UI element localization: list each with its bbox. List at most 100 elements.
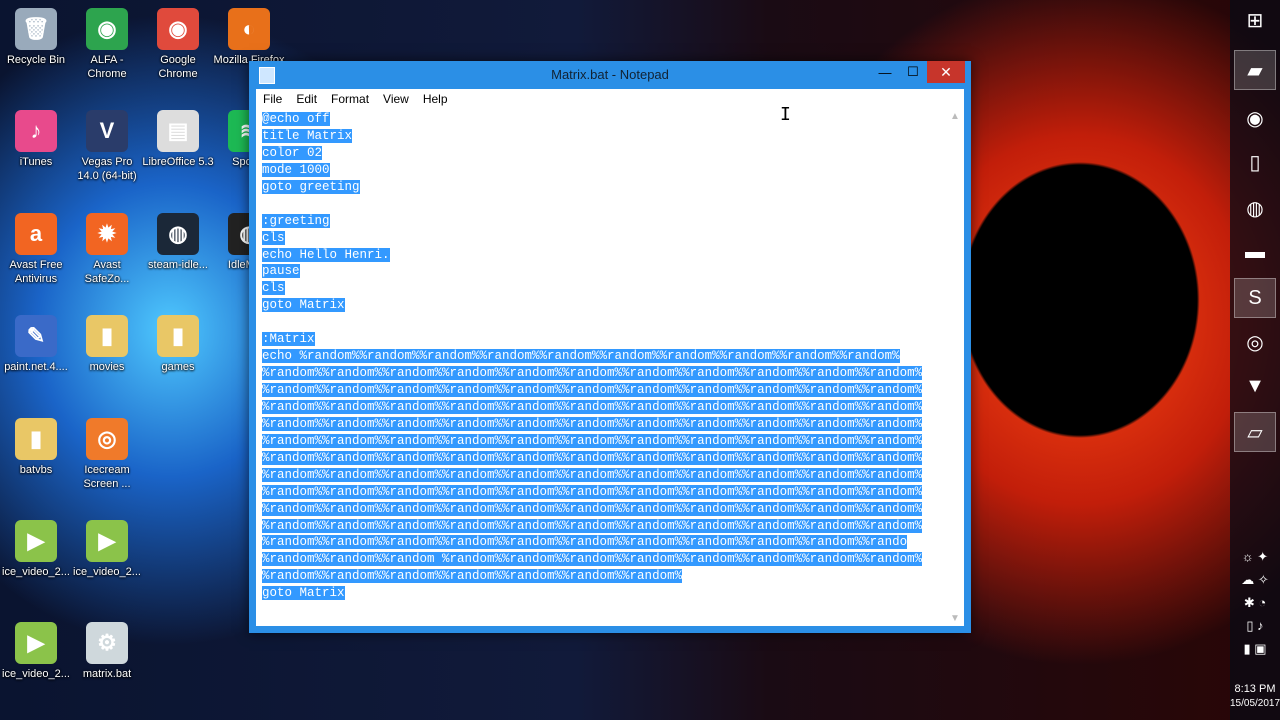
selected-text: %random%%random%%random%%random%%random%… — [262, 383, 923, 397]
desktop-shortcut[interactable]: ◉ Google Chrome — [142, 8, 214, 81]
desktop-shortcut[interactable]: a Avast Free Antivirus — [0, 213, 72, 286]
text-line: @echo off — [262, 111, 942, 128]
selected-text: goto Matrix — [262, 298, 345, 313]
document-icon[interactable]: ▯ — [1234, 142, 1276, 182]
menu-help[interactable]: Help — [416, 89, 455, 109]
desktop-shortcut[interactable]: ▶ ice_video_2... — [71, 520, 143, 579]
desktop-shortcut[interactable]: ◉ ALFA - Chrome — [71, 8, 143, 81]
text-content[interactable]: @echo off title Matrix color 02 mode 1000 go… — [262, 111, 942, 602]
desktop-shortcut[interactable]: ▶ ice_video_2... — [0, 622, 72, 681]
desktop-shortcut[interactable]: ▶ ice_video_2... — [0, 520, 72, 579]
desktop-shortcut-label: Recycle Bin — [6, 54, 66, 66]
desktop-shortcut[interactable]: ▮ batvbs — [0, 418, 72, 477]
desktop-shortcut[interactable]: 🗑 Recycle Bin — [0, 8, 72, 67]
text-line: goto greeting — [262, 179, 942, 196]
desktop-shortcut[interactable]: ✹ Avast SafeZo... — [71, 213, 143, 286]
desktop-shortcut-label: Icecream Screen ... — [83, 464, 131, 490]
windows-start-icon[interactable]: ⊞ — [1234, 0, 1276, 40]
text-line: %random%%random%%random%%random%%random%… — [262, 484, 942, 501]
icecream-icon[interactable]: ◎ — [1234, 322, 1276, 362]
desktop-shortcut-label: Google Chrome — [158, 54, 198, 80]
text-line: %random%%random%%random%%random%%random%… — [262, 568, 942, 585]
folder-icon: ▮ — [15, 418, 57, 460]
avast-icon: a — [15, 213, 57, 255]
desktop-shortcut-label: games — [161, 361, 195, 373]
text-editor[interactable]: @echo off title Matrix color 02 mode 1000 go… — [256, 109, 964, 626]
system-tray-icons[interactable]: ☼ ✦ ☁ ✧ ✱ ◔ ▯ ♪ ▮ ▣ — [1230, 545, 1280, 660]
desktop-shortcut-label: batvbs — [19, 464, 53, 476]
scroll-down-icon[interactable]: ▼ — [950, 613, 960, 624]
text-line: pause — [262, 263, 942, 280]
selected-text: %random%%random%%random%%random%%random%… — [262, 518, 923, 533]
text-line: goto Matrix — [262, 297, 942, 314]
selected-text: %random%%random%%random%%random%%random%… — [262, 501, 923, 516]
libreoffice-icon: ▤ — [157, 110, 199, 152]
text-line: %random%%random%%random%%random%%random%… — [262, 399, 942, 416]
desktop-shortcut[interactable]: V Vegas Pro 14.0 (64-bit) — [71, 110, 143, 183]
text-line: mode 1000 — [262, 162, 942, 179]
video-play-icon: ▶ — [15, 520, 57, 562]
selected-text: %random%%random%%random%%random%%random%… — [262, 416, 923, 431]
folder-icon: ▮ — [86, 315, 128, 357]
title-bar[interactable]: Matrix.bat - Notepad — ☐ ✕ — [249, 61, 971, 89]
desktop-shortcut-label: LibreOffice 5.3 — [142, 156, 214, 168]
scroll-up-icon[interactable]: ▲ — [950, 111, 960, 122]
text-line: echo %random%%random%%random%%random%%ra… — [262, 348, 942, 365]
avast-safezone-icon: ✹ — [86, 213, 128, 255]
selected-text: cls — [262, 281, 285, 296]
text-line: echo Hello Henri. — [262, 247, 942, 264]
video-play-icon: ▶ — [15, 622, 57, 664]
text-cursor-icon: I — [780, 104, 791, 125]
desktop-shortcut-label: Avast Free Antivirus — [9, 259, 63, 285]
vertical-scrollbar[interactable]: ▲ ▼ — [948, 109, 964, 626]
text-line: %random%%random%%random%%random%%random%… — [262, 450, 942, 467]
desktop-shortcut[interactable]: ▮ games — [142, 315, 214, 374]
text-line: %random%%random%%random %random%%random%… — [262, 551, 942, 568]
selected-text: goto Matrix — [262, 586, 345, 601]
text-line: cls — [262, 230, 942, 247]
batch-file-icon: ⚙ — [86, 622, 128, 664]
maximize-button[interactable]: ☐ — [899, 61, 927, 83]
menu-bar: File Edit Format View Help — [256, 89, 964, 110]
clock-date[interactable]: 15/05/2017 — [1230, 698, 1280, 709]
file-explorer-icon[interactable]: ▰ — [1234, 50, 1276, 90]
text-line: :Matrix — [262, 331, 942, 348]
desktop-shortcut[interactable]: ♪ iTunes — [0, 110, 72, 169]
cmd-icon[interactable]: ▬ — [1234, 232, 1276, 272]
minimize-button[interactable]: — — [871, 61, 899, 83]
menu-view[interactable]: View — [376, 89, 416, 109]
desktop-shortcut[interactable]: ◎ Icecream Screen ... — [71, 418, 143, 491]
text-line: :greeting — [262, 213, 942, 230]
menu-edit[interactable]: Edit — [289, 89, 324, 109]
selected-text: mode 1000 — [262, 162, 330, 177]
desktop-shortcut-label: iTunes — [19, 156, 53, 168]
taskbar: ⊞ ▰ ◉ ▯ ◍ ▬ S ◎ ▼ ▱ ☼ ✦ ☁ ✧ ✱ ◔ ▯ ♪ ▮ ▣ 8:13 PM 15/05… — [1230, 0, 1280, 720]
text-line: %random%%random%%random%%random%%random%… — [262, 416, 942, 433]
text-line — [262, 314, 942, 331]
desktop-shortcut[interactable]: ⚙ matrix.bat — [71, 622, 143, 681]
desktop-shortcut[interactable]: ◐ Mozilla Firefox — [213, 8, 285, 67]
selected-text: color 02 — [262, 145, 323, 160]
notepad-icon[interactable]: ▱ — [1234, 412, 1276, 452]
selected-text: %random%%random%%random%%random%%random%… — [262, 484, 923, 499]
desktop-shortcut[interactable]: ◍ steam-idle... — [142, 213, 214, 272]
skype-icon[interactable]: S — [1234, 278, 1276, 318]
desktop-shortcut[interactable]: ▤ LibreOffice 5.3 — [142, 110, 214, 169]
desktop-shortcut-label: steam-idle... — [148, 259, 208, 271]
text-line: %random%%random%%random%%random%%random%… — [262, 518, 942, 535]
text-line: %random%%random%%random%%random%%random%… — [262, 534, 942, 551]
vegas-icon[interactable]: ▼ — [1234, 366, 1276, 406]
selected-text: title Matrix — [262, 128, 353, 143]
close-button[interactable]: ✕ — [927, 61, 965, 83]
text-line: goto Matrix — [262, 585, 942, 602]
steam-icon[interactable]: ◍ — [1234, 188, 1276, 228]
selected-text: pause — [262, 264, 300, 279]
selected-text: :Matrix — [262, 332, 315, 347]
clock-time[interactable]: 8:13 PM — [1230, 683, 1280, 695]
chrome-icon[interactable]: ◉ — [1234, 98, 1276, 138]
desktop-shortcut[interactable]: ✎ paint.net.4.... — [0, 315, 72, 374]
menu-file[interactable]: File — [256, 89, 289, 109]
menu-format[interactable]: Format — [324, 89, 376, 109]
text-line: %random%%random%%random%%random%%random%… — [262, 382, 942, 399]
desktop-shortcut[interactable]: ▮ movies — [71, 315, 143, 374]
